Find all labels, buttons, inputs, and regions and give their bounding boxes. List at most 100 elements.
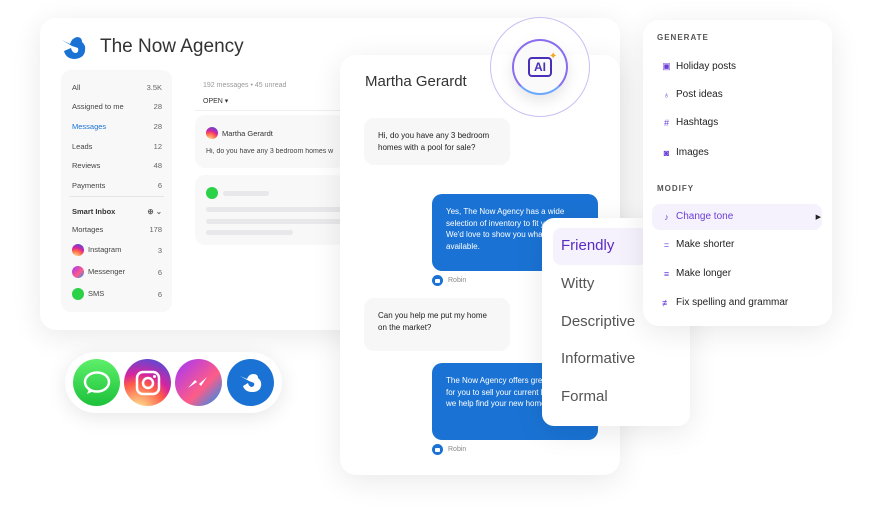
sms-icon (73, 359, 120, 406)
count: 178 (149, 225, 162, 234)
channel-icons (65, 352, 282, 413)
app-title: The Now Agency (100, 36, 244, 57)
author-name: Robin (448, 277, 467, 284)
label: Post ideas (676, 89, 723, 100)
sidebar-item-all[interactable]: All 3.5K (72, 83, 162, 92)
ai-menu: GENERATE ▣ Holiday posts ♁ Post ideas # Has… (643, 20, 832, 326)
section-modify: MODIFY (657, 184, 695, 193)
hashtag-icon: # (663, 117, 669, 128)
count: 28 (153, 122, 162, 131)
sidebar: All 3.5K Assigned to me 28 Messages 28 Lead… (61, 70, 172, 312)
instagram-icon (206, 127, 218, 139)
skeleton-line (206, 207, 345, 212)
label: Messenger (88, 266, 126, 276)
menu-item-fix-spelling[interactable]: ≢ Fix spelling and grammar (661, 297, 788, 308)
skeleton-line (206, 219, 345, 224)
incoming-message: Can you help me put my home on the marke… (364, 298, 510, 351)
menu-item-post-ideas[interactable]: ♁ Post ideas (661, 89, 723, 100)
now-agency-icon (227, 359, 274, 406)
caret-down-icon: ▾ (224, 98, 229, 105)
label: SMS (88, 288, 105, 298)
section-generate: GENERATE (657, 33, 709, 42)
menu-item-hashtags[interactable]: # Hashtags (661, 117, 718, 128)
label: Images (676, 147, 709, 158)
menu-item-images[interactable]: ◙ Images (661, 147, 709, 158)
sidebar-item-mortages[interactable]: Mortages 178 (72, 225, 162, 234)
label: Fix spelling and grammar (676, 297, 789, 308)
message-preview: Hi, do you have any 3 bedroom homes w (206, 148, 334, 155)
count: 6 (157, 181, 162, 190)
menu-item-make-shorter[interactable]: = Make shorter (661, 239, 735, 250)
long-lines-icon: ≡ (663, 268, 670, 279)
label: Change tone (676, 211, 734, 222)
sms-icon (206, 187, 218, 199)
ai-button[interactable]: AI ✦ (512, 39, 568, 95)
sidebar-item-assigned[interactable]: Assigned to me 28 (72, 102, 162, 111)
brand-logo-icon (62, 37, 86, 59)
label: Payments (72, 181, 106, 190)
label: Hashtags (676, 117, 719, 128)
label: Reviews (72, 161, 101, 170)
filter-label: OPEN (203, 98, 223, 105)
tone-icon: ♪ (664, 211, 669, 222)
instagram-icon (124, 359, 171, 406)
bot-icon (432, 275, 443, 286)
conversation-item-placeholder[interactable] (195, 175, 345, 245)
lightbulb-icon: ♁ (663, 89, 670, 100)
tone-option-friendly[interactable]: Friendly (561, 237, 614, 254)
count: 48 (153, 161, 162, 170)
tone-option-formal[interactable]: Formal (561, 388, 608, 405)
label: Make longer (676, 268, 732, 279)
message-author: Robin (432, 444, 466, 455)
divider (195, 110, 345, 111)
menu-item-change-tone[interactable]: ♪ Change tone ▶ (661, 211, 821, 222)
sms-icon (72, 288, 84, 300)
sidebar-item-messages[interactable]: Messages 28 (72, 122, 162, 131)
label: Mortages (72, 225, 104, 234)
tone-option-descriptive[interactable]: Descriptive (561, 313, 635, 330)
messenger-icon (175, 359, 222, 406)
menu-item-make-longer[interactable]: ≡ Make longer (661, 268, 731, 279)
label: Make shorter (676, 239, 735, 250)
sidebar-item-messenger[interactable]: Messenger 6 (72, 266, 162, 278)
label: Assigned to me (72, 102, 124, 111)
instagram-icon (72, 244, 84, 256)
sidebar-item-payments[interactable]: Payments 6 (72, 181, 162, 190)
label: Messages (72, 122, 107, 131)
label: Instagram (88, 244, 122, 254)
spellcheck-icon: ≢ (662, 297, 671, 308)
label: All (72, 83, 81, 92)
label: Leads (72, 142, 93, 151)
messenger-icon (72, 266, 84, 278)
skeleton-line (223, 191, 269, 196)
status-filter-dropdown[interactable]: OPEN ▾ (203, 97, 228, 105)
sidebar-item-leads[interactable]: Leads 12 (72, 142, 162, 151)
count: 3.5K (146, 83, 162, 92)
tone-option-witty[interactable]: Witty (561, 275, 594, 292)
menu-item-holiday-posts[interactable]: ▣ Holiday posts (661, 61, 736, 72)
image-icon: ◙ (663, 147, 670, 158)
sidebar-item-sms[interactable]: SMS 6 (72, 288, 162, 300)
contact-name: Martha Gerardt (222, 128, 273, 138)
count: 6 (157, 289, 162, 299)
sidebar-item-instagram[interactable]: Instagram 3 (72, 244, 162, 256)
label: Holiday posts (676, 61, 737, 72)
smart-inbox-header[interactable]: Smart Inbox ⊕ ⌄ (72, 207, 162, 216)
divider (69, 196, 164, 197)
author-name: Robin (448, 446, 467, 453)
sparkle-icon: ✦ (549, 51, 558, 62)
count: 6 (157, 267, 162, 277)
count: 12 (153, 142, 162, 151)
submenu-arrow-icon: ▶ (815, 213, 821, 221)
message-summary: 192 messages • 45 unread (203, 82, 287, 89)
message-author: Robin (432, 275, 466, 286)
count: 28 (153, 102, 162, 111)
incoming-message: Hi, do you have any 3 bedroom homes with… (364, 118, 510, 165)
add-chevron-icon[interactable]: ⊕ ⌄ (147, 207, 162, 216)
calendar-icon: ▣ (662, 61, 671, 71)
sidebar-item-reviews[interactable]: Reviews 48 (72, 161, 162, 170)
skeleton-line (206, 230, 293, 235)
tone-option-informative[interactable]: Informative (561, 350, 635, 367)
conversation-item[interactable]: Martha Gerardt Hi, do you have any 3 bed… (195, 115, 345, 168)
bot-icon (432, 444, 443, 455)
